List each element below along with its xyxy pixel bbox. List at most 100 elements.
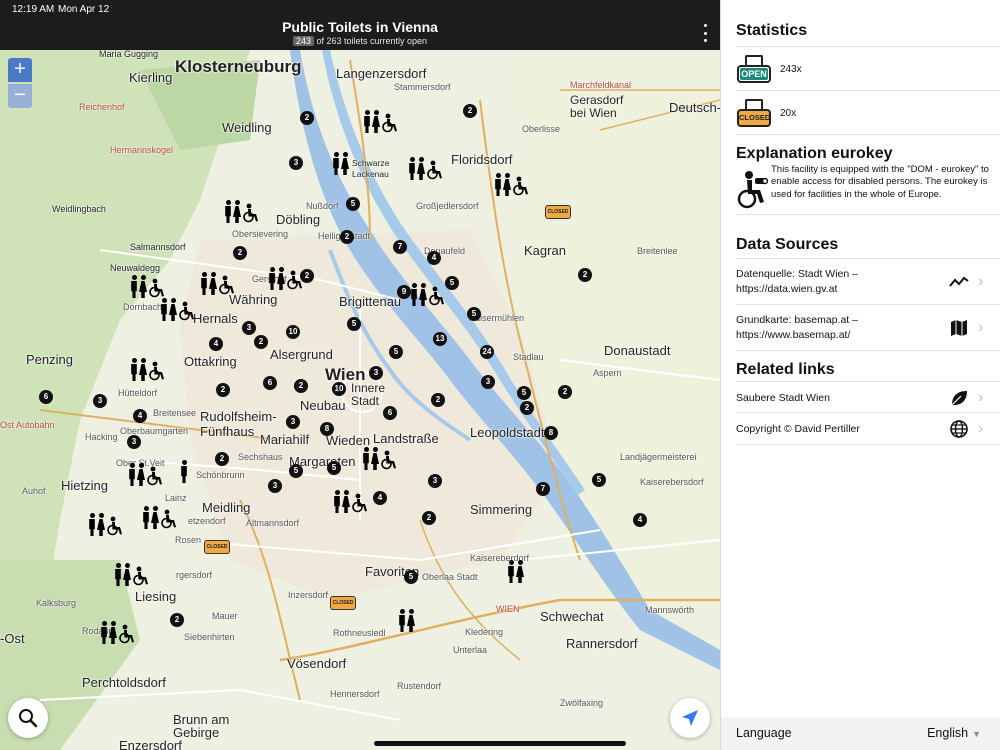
toilet-marker[interactable]: [507, 560, 524, 583]
toilet-cluster-marker[interactable]: 2: [340, 230, 354, 244]
toilet-cluster-marker[interactable]: 5: [517, 386, 531, 400]
toilet-marker[interactable]: [362, 447, 398, 470]
toilet-cluster-marker[interactable]: 2: [254, 335, 268, 349]
wheelchair-icon: [352, 493, 367, 513]
zoom-out-button[interactable]: −: [8, 84, 32, 108]
toilet-marker[interactable]: [142, 506, 178, 529]
toilet-cluster-marker[interactable]: 3: [481, 375, 495, 389]
data-source-stadt-wien-link[interactable]: Datenquelle: Stadt Wien – https://data.w…: [736, 266, 1000, 298]
toilet-cluster-marker[interactable]: 3: [428, 474, 442, 488]
toilet-cluster-marker[interactable]: 5: [327, 461, 341, 475]
toilet-cluster-marker[interactable]: 4: [427, 251, 441, 265]
copyright-link[interactable]: Copyright © David Pertiller ›: [736, 416, 1000, 442]
toilet-cluster-marker[interactable]: 5: [592, 473, 606, 487]
toilet-marker[interactable]: [160, 298, 196, 321]
toilet-marker[interactable]: [128, 463, 164, 486]
toilet-cluster-marker[interactable]: 8: [320, 422, 334, 436]
toilet-cluster-marker[interactable]: 2: [520, 401, 534, 415]
toilet-cluster-marker[interactable]: 2: [216, 383, 230, 397]
toilet-cluster-marker[interactable]: 9: [397, 285, 411, 299]
toilet-marker[interactable]: [88, 513, 124, 536]
map-view[interactable]: Klosterneuburg Kierling Maria Gugging La…: [0, 0, 720, 750]
divider: [736, 444, 1000, 445]
toilet-cluster-marker[interactable]: 4: [373, 491, 387, 505]
toilet-cluster-marker[interactable]: 6: [263, 376, 277, 390]
place-label: Kagran: [524, 243, 566, 258]
place-label: Hietzing: [61, 478, 108, 493]
toilet-cluster-marker[interactable]: 2: [558, 385, 572, 399]
wheelchair-icon: [429, 286, 444, 306]
toilet-marker[interactable]: [130, 275, 166, 298]
toilet-cluster-marker[interactable]: 3: [242, 321, 256, 335]
toilet-cluster-marker[interactable]: 7: [536, 482, 550, 496]
toilet-cluster-marker[interactable]: 8: [544, 426, 558, 440]
toilet-marker[interactable]: [180, 460, 188, 483]
toilet-cluster-marker[interactable]: 3: [93, 394, 107, 408]
closed-toilet-marker[interactable]: CLOSED: [330, 596, 356, 610]
more-menu-button[interactable]: [702, 24, 708, 42]
place-label: Mannswörth: [645, 605, 695, 615]
wheelchair-icon: [287, 270, 302, 290]
zoom-in-button[interactable]: +: [8, 58, 32, 82]
toilet-cluster-marker[interactable]: 13: [433, 332, 447, 346]
toilet-cluster-marker[interactable]: 2: [215, 452, 229, 466]
saubere-stadt-wien-link[interactable]: Saubere Stadt Wien ›: [736, 385, 1000, 411]
toilet-marker[interactable]: [410, 283, 446, 306]
toilet-cluster-marker[interactable]: 2: [578, 268, 592, 282]
data-source-basemap-link[interactable]: Grundkarte: basemap.at – https://www.bas…: [736, 312, 1000, 344]
toilet-cluster-marker[interactable]: 3: [127, 435, 141, 449]
toilet-marker[interactable]: [224, 200, 260, 223]
toilet-cluster-marker[interactable]: 2: [233, 246, 247, 260]
toilet-cluster-marker[interactable]: 4: [633, 513, 647, 527]
place-label: Stadlau: [513, 352, 544, 362]
divider: [736, 46, 1000, 47]
closed-toilet-marker[interactable]: CLOSED: [545, 205, 571, 219]
toilet-cluster-marker[interactable]: 3: [289, 156, 303, 170]
place-label: Perchtoldsdorf: [82, 675, 166, 690]
locate-me-button[interactable]: [670, 698, 710, 738]
toilet-cluster-marker[interactable]: 4: [133, 409, 147, 423]
wheelchair-key-icon: [737, 171, 768, 209]
toilet-marker[interactable]: [363, 110, 399, 133]
toilet-cluster-marker[interactable]: 3: [369, 366, 383, 380]
closed-toilet-marker[interactable]: CLOSED: [204, 540, 230, 554]
toilet-cluster-marker[interactable]: 5: [404, 570, 418, 584]
toilet-cluster-marker[interactable]: 10: [286, 325, 300, 339]
search-button[interactable]: [8, 698, 48, 738]
toilet-cluster-marker[interactable]: 2: [422, 511, 436, 525]
toilet-marker[interactable]: [408, 157, 444, 180]
toilet-marker[interactable]: [494, 173, 530, 196]
man-icon: [88, 513, 96, 536]
toilet-cluster-marker[interactable]: 5: [346, 197, 360, 211]
toilet-cluster-marker[interactable]: 5: [389, 345, 403, 359]
place-label: Großjedlersdorf: [416, 201, 479, 211]
chevron-right-icon: ›: [978, 319, 984, 336]
toilet-cluster-marker[interactable]: 6: [39, 390, 53, 404]
toilet-cluster-marker[interactable]: 7: [393, 240, 407, 254]
toilet-cluster-marker[interactable]: 24: [480, 345, 494, 359]
toilet-cluster-marker[interactable]: 10: [332, 382, 346, 396]
toilet-cluster-marker[interactable]: 2: [431, 393, 445, 407]
toilet-cluster-marker[interactable]: 4: [209, 337, 223, 351]
toilet-cluster-marker[interactable]: 5: [289, 464, 303, 478]
toilet-cluster-marker[interactable]: 2: [294, 379, 308, 393]
toilet-cluster-marker[interactable]: 5: [467, 307, 481, 321]
toilet-cluster-marker[interactable]: 3: [268, 479, 282, 493]
toilet-cluster-marker[interactable]: 3: [286, 415, 300, 429]
toilet-marker[interactable]: [333, 490, 369, 513]
toilet-marker[interactable]: [114, 563, 150, 586]
toilet-cluster-marker[interactable]: 5: [445, 276, 459, 290]
toilet-cluster-marker[interactable]: 2: [463, 104, 477, 118]
toilet-cluster-marker[interactable]: 2: [300, 111, 314, 125]
toilet-marker[interactable]: [200, 272, 236, 295]
toilet-marker[interactable]: [130, 358, 166, 381]
toilet-marker[interactable]: [268, 267, 304, 290]
toilet-marker[interactable]: [100, 621, 136, 644]
language-select[interactable]: English ▼: [927, 726, 981, 740]
place-label: Rosen: [175, 535, 202, 545]
toilet-cluster-marker[interactable]: 2: [170, 613, 184, 627]
toilet-cluster-marker[interactable]: 5: [347, 317, 361, 331]
toilet-marker[interactable]: [332, 152, 349, 175]
toilet-marker[interactable]: [398, 609, 415, 632]
toilet-cluster-marker[interactable]: 6: [383, 406, 397, 420]
